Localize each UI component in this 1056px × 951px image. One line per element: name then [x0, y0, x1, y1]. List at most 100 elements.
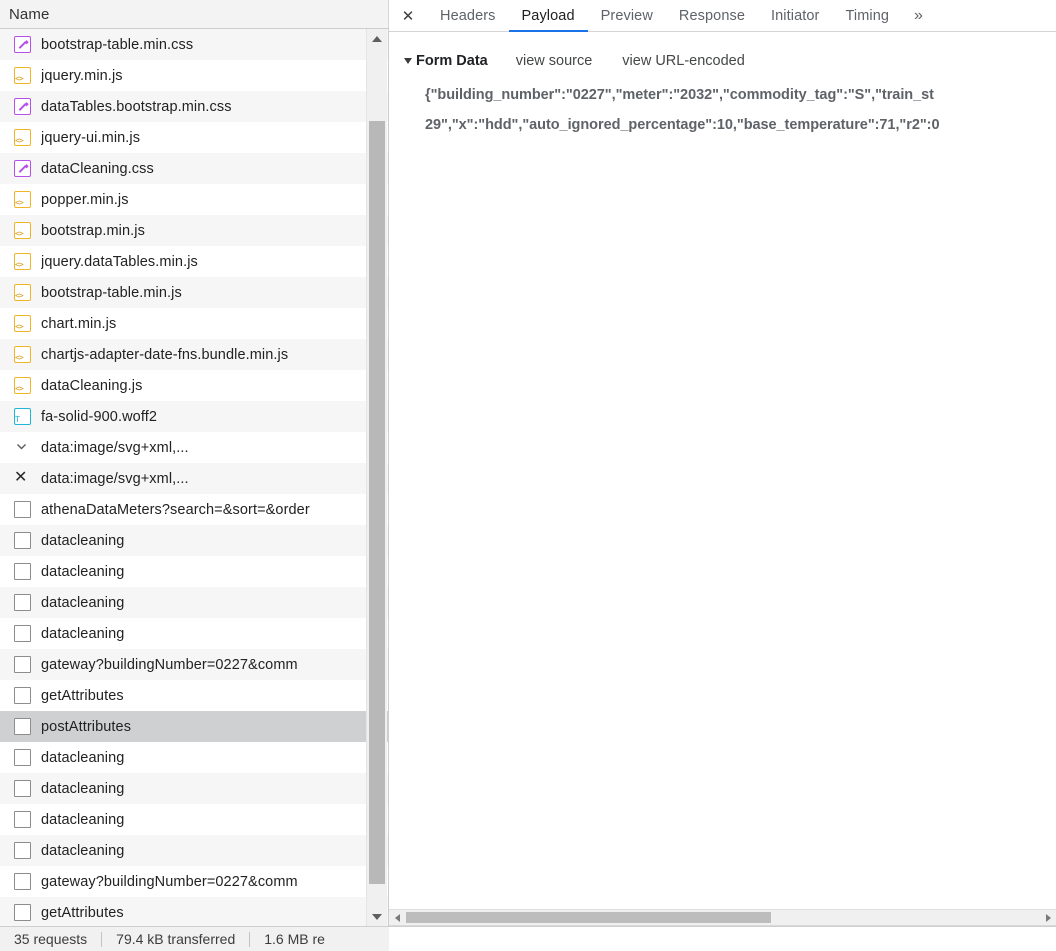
detail-tabbar: ✕ Headers Payload Preview Response Initi…	[389, 0, 1056, 32]
request-row-label: datacleaning	[41, 780, 125, 797]
request-row-label: dataCleaning.js	[41, 377, 143, 394]
request-row[interactable]: datacleaning	[0, 742, 388, 773]
request-row-label: athenaDataMeters?search=&sort=&order	[41, 501, 310, 518]
request-row[interactable]: getAttributes	[0, 897, 388, 926]
request-row[interactable]: <> jquery.min.js	[0, 60, 388, 91]
script-icon: <>	[14, 346, 31, 363]
request-row[interactable]: <> bootstrap.min.js	[0, 215, 388, 246]
script-icon: <>	[14, 253, 31, 270]
document-icon	[14, 904, 31, 921]
request-row-label: chartjs-adapter-date-fns.bundle.min.js	[41, 346, 289, 363]
request-row-label: bootstrap-table.min.css	[41, 36, 194, 53]
status-bar-summary: 35 requests 79.4 kB transferred 1.6 MB r…	[0, 927, 389, 951]
tab-payload[interactable]: Payload	[508, 0, 588, 32]
script-icon: <>	[14, 284, 31, 301]
request-row[interactable]: <> chartjs-adapter-date-fns.bundle.min.js	[0, 339, 388, 370]
view-source-link[interactable]: view source	[516, 53, 593, 69]
request-row[interactable]: ✕ data:image/svg+xml,...	[0, 463, 388, 494]
request-list-scroll-area[interactable]: bootstrap-table.min.css <> jquery.min.js da…	[0, 29, 389, 926]
script-icon: <>	[14, 129, 31, 146]
tab-headers[interactable]: Headers	[427, 0, 509, 31]
scroll-left-arrow-icon[interactable]	[389, 910, 405, 925]
request-row-label: datacleaning	[41, 563, 125, 580]
request-row[interactable]: datacleaning	[0, 525, 388, 556]
payload-horizontal-scrollbar[interactable]	[389, 909, 1056, 925]
request-row[interactable]: bootstrap-table.min.css	[0, 29, 388, 60]
expand-caret-down-icon[interactable]	[402, 58, 414, 64]
request-row[interactable]: getAttributes	[0, 680, 388, 711]
form-data-header: Form Data view source view URL-encoded	[389, 47, 1056, 75]
request-rows: bootstrap-table.min.css <> jquery.min.js da…	[0, 29, 388, 926]
stylesheet-icon	[14, 36, 31, 53]
document-icon	[14, 749, 31, 766]
request-row-label: datacleaning	[41, 842, 125, 859]
request-row[interactable]: <> bootstrap-table.min.js	[0, 277, 388, 308]
request-row[interactable]: athenaDataMeters?search=&sort=&order	[0, 494, 388, 525]
request-list-vertical-scrollbar[interactable]	[366, 29, 387, 926]
more-tabs-chevron-icon[interactable]: »	[902, 0, 935, 31]
script-icon: <>	[14, 191, 31, 208]
request-row[interactable]: Tfa-solid-900.woff2	[0, 401, 388, 432]
request-row[interactable]: <> jquery-ui.min.js	[0, 122, 388, 153]
request-row[interactable]: dataCleaning.css	[0, 153, 388, 184]
status-transferred-size: 79.4 kB transferred	[116, 931, 236, 947]
request-row[interactable]: datacleaning	[0, 618, 388, 649]
close-x-icon: ✕	[14, 469, 28, 486]
request-row[interactable]: datacleaning	[0, 835, 388, 866]
request-row-label: data:image/svg+xml,...	[41, 439, 189, 456]
script-icon: <>	[14, 67, 31, 84]
script-glyph: <>	[15, 198, 24, 207]
request-row-label: bootstrap-table.min.js	[41, 284, 182, 301]
horizontal-scrollbar-thumb[interactable]	[406, 912, 771, 923]
close-icon[interactable]: ✕	[389, 0, 427, 31]
request-row-label: data:image/svg+xml,...	[41, 470, 189, 487]
request-row[interactable]: <> popper.min.js	[0, 184, 388, 215]
payload-body: Form Data view source view URL-encoded {…	[389, 32, 1056, 926]
scroll-up-arrow-icon[interactable]	[367, 29, 387, 48]
chevron-down-icon	[14, 439, 31, 456]
form-data-json-line-1: {"building_number":"0227","meter":"2032"…	[425, 87, 934, 103]
script-icon: <>	[14, 315, 31, 332]
view-url-encoded-link[interactable]: view URL-encoded	[622, 53, 745, 69]
document-icon	[14, 873, 31, 890]
form-data-json[interactable]: {"building_number":"0227","meter":"2032"…	[389, 80, 1056, 140]
request-row[interactable]: postAttributes	[0, 711, 388, 742]
request-row[interactable]: datacleaning	[0, 773, 388, 804]
script-glyph: <>	[15, 229, 24, 238]
request-row[interactable]: dataTables.bootstrap.min.css	[0, 91, 388, 122]
request-row[interactable]: <> jquery.dataTables.min.js	[0, 246, 388, 277]
document-icon	[14, 625, 31, 642]
request-row[interactable]: <> dataCleaning.js	[0, 370, 388, 401]
script-glyph: <>	[15, 291, 24, 300]
tab-initiator[interactable]: Initiator	[758, 0, 832, 31]
tab-timing[interactable]: Timing	[832, 0, 902, 31]
request-row[interactable]: data:image/svg+xml,...	[0, 432, 388, 463]
stylesheet-icon	[14, 160, 31, 177]
tab-response[interactable]: Response	[666, 0, 758, 31]
request-row[interactable]: datacleaning	[0, 587, 388, 618]
request-row-label: datacleaning	[41, 532, 125, 549]
request-row[interactable]: <> chart.min.js	[0, 308, 388, 339]
request-row[interactable]: gateway?buildingNumber=0227&comm	[0, 649, 388, 680]
script-icon: <>	[14, 222, 31, 239]
form-data-json-line-2: 29","x":"hdd","auto_ignored_percentage":…	[425, 117, 940, 133]
scroll-right-arrow-icon[interactable]	[1040, 910, 1056, 925]
request-row-label: jquery.min.js	[41, 67, 123, 84]
request-row-label: fa-solid-900.woff2	[41, 408, 157, 425]
script-glyph: <>	[15, 322, 24, 331]
script-icon: <>	[14, 377, 31, 394]
document-icon	[14, 780, 31, 797]
request-row-label: jquery-ui.min.js	[41, 129, 141, 146]
document-icon	[14, 718, 31, 735]
request-row[interactable]: gateway?buildingNumber=0227&comm	[0, 866, 388, 897]
request-row-label: gateway?buildingNumber=0227&comm	[41, 656, 298, 673]
column-header-name[interactable]: Name	[0, 6, 49, 23]
request-row-label: chart.min.js	[41, 315, 117, 332]
request-row[interactable]: datacleaning	[0, 804, 388, 835]
vertical-scrollbar-thumb[interactable]	[369, 121, 385, 884]
request-detail-panel: ✕ Headers Payload Preview Response Initi…	[389, 0, 1056, 926]
scroll-down-arrow-icon[interactable]	[367, 907, 387, 926]
request-row-label: bootstrap.min.js	[41, 222, 145, 239]
tab-preview[interactable]: Preview	[588, 0, 666, 31]
request-row[interactable]: datacleaning	[0, 556, 388, 587]
